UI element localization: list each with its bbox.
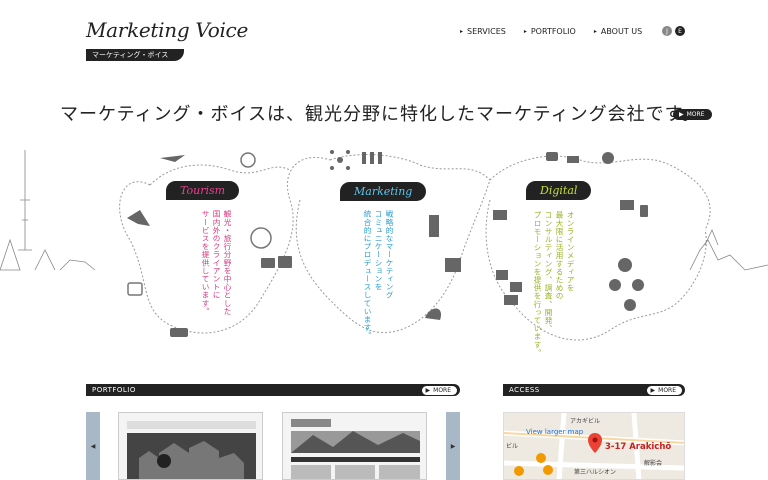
category-marketing-label[interactable]: Marketing	[340, 182, 427, 201]
access-map[interactable]: アカギビル 解影会 第三ハルシオン ビル View larger map 3-1…	[503, 412, 685, 480]
headline-more-button[interactable]: ▶ MORE	[673, 109, 713, 120]
lang-english-button[interactable]: E	[675, 26, 685, 36]
digital-description: オンラインメディアを 最大限に活用するための コンサルティング、調査、開発、 プ…	[533, 211, 575, 357]
nav-portfolio[interactable]: ▸ PORTFOLIO	[524, 27, 576, 36]
map-label: 第三ハルシオン	[574, 469, 617, 476]
portfolio-section-header: PORTFOLIO ▶ MORE	[86, 384, 460, 396]
more-label: MORE	[658, 386, 676, 394]
view-larger-map-link[interactable]: View larger map	[526, 428, 583, 436]
arrow-right-icon: ▶	[679, 111, 684, 118]
more-label: MORE	[433, 386, 451, 394]
portfolio-thumbnail-image	[119, 413, 262, 479]
nav-label: ABOUT US	[600, 27, 643, 36]
lang-japanese-button[interactable]: J	[662, 26, 672, 36]
marketing-description: 戦略的なマーケティング コミュニケーションを 統合的にプロデュースしています。	[363, 210, 394, 340]
access-section-header: ACCESS ▶ MORE	[503, 384, 685, 396]
main-nav: ▸ SERVICES ▸ PORTFOLIO ▸ ABOUT US	[460, 27, 642, 36]
nav-about-us[interactable]: ▸ ABOUT US	[594, 27, 642, 36]
arrow-right-icon: ▸	[593, 28, 597, 35]
more-label: MORE	[686, 111, 705, 118]
arrow-right-icon: ▸	[460, 28, 464, 35]
map-place-label: 3-17 Arakichō	[605, 442, 672, 452]
map-label: アカギビル	[570, 418, 601, 425]
arrow-right-icon: ▶	[650, 386, 656, 394]
nav-services[interactable]: ▸ SERVICES	[460, 27, 506, 36]
portfolio-more-button[interactable]: ▶ MORE	[421, 385, 457, 395]
portfolio-title: PORTFOLIO	[92, 386, 136, 394]
map-label: 解影会	[644, 460, 663, 467]
portfolio-thumbnail[interactable]	[118, 412, 263, 480]
arrow-right-icon: ▸	[523, 28, 527, 35]
arrow-right-icon: ▶	[425, 386, 431, 394]
category-tourism-label[interactable]: Tourism	[166, 181, 240, 200]
page-headline: マーケティング・ボイスは、観光分野に特化したマーケティング会社です。	[60, 104, 701, 125]
logo-subtitle: マーケティング・ボイス	[86, 49, 185, 61]
tourism-description: 観光・旅行分野を中心とした 国内外のクライアントに サービスを提供しています。	[201, 210, 232, 316]
portfolio-thumbnail-image	[283, 413, 426, 479]
language-switch: J E	[662, 26, 685, 36]
logo[interactable]: Marketing Voice マーケティング・ボイス	[86, 18, 248, 61]
portfolio-prev-button[interactable]: ◀	[86, 412, 100, 480]
nav-label: SERVICES	[467, 27, 506, 36]
portfolio-next-button[interactable]: ▶	[446, 412, 460, 480]
category-digital-label[interactable]: Digital	[526, 181, 592, 200]
map-label: ビル	[506, 443, 519, 450]
logo-text: Marketing Voice	[86, 18, 248, 42]
portfolio-thumbnail[interactable]	[282, 412, 427, 480]
nav-label: PORTFOLIO	[530, 27, 576, 36]
access-more-button[interactable]: ▶ MORE	[646, 385, 682, 395]
access-title: ACCESS	[509, 386, 540, 394]
